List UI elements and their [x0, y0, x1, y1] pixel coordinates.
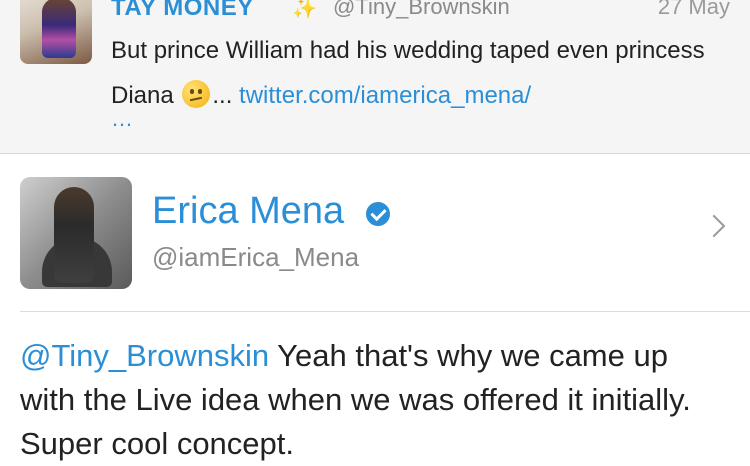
sparkles-icon: ✨	[292, 0, 317, 20]
profile-header-row[interactable]: Erica Mena @iamErica_Mena	[0, 154, 750, 309]
avatar-photo-figure	[54, 187, 94, 283]
reply-avatar[interactable]	[20, 0, 92, 64]
divider	[20, 311, 750, 312]
avatar-photo	[42, 0, 76, 58]
main-tweet-text: @Tiny_Brownskin Yeah that's why we came …	[20, 334, 730, 466]
reply-timestamp: 27 May	[657, 0, 730, 19]
verified-badge-icon	[366, 202, 390, 226]
profile-avatar[interactable]	[20, 177, 132, 289]
profile-name[interactable]: Erica Mena	[152, 190, 344, 233]
confused-face-icon	[182, 80, 211, 108]
reply-tweet-link[interactable]: twitter.com/iamerica_mena/	[239, 82, 531, 109]
reply-more-ellipsis[interactable]: …	[111, 106, 134, 132]
reply-text-ellipsis: ...	[212, 82, 240, 109]
mention-link[interactable]: @Tiny_Brownskin	[20, 338, 269, 373]
profile-handle[interactable]: @iamErica_Mena	[152, 242, 359, 273]
chevron-right-icon[interactable]	[702, 214, 726, 238]
reply-tweet-text: But prince William had his wedding taped…	[111, 28, 731, 118]
reply-author-handle[interactable]: @Tiny_Brownskin	[333, 0, 510, 20]
reply-author-name[interactable]: TAY MONEY	[111, 0, 254, 22]
reply-tweet-card[interactable]: TAY MONEY ✨ @Tiny_Brownskin 27 May But p…	[0, 0, 750, 154]
